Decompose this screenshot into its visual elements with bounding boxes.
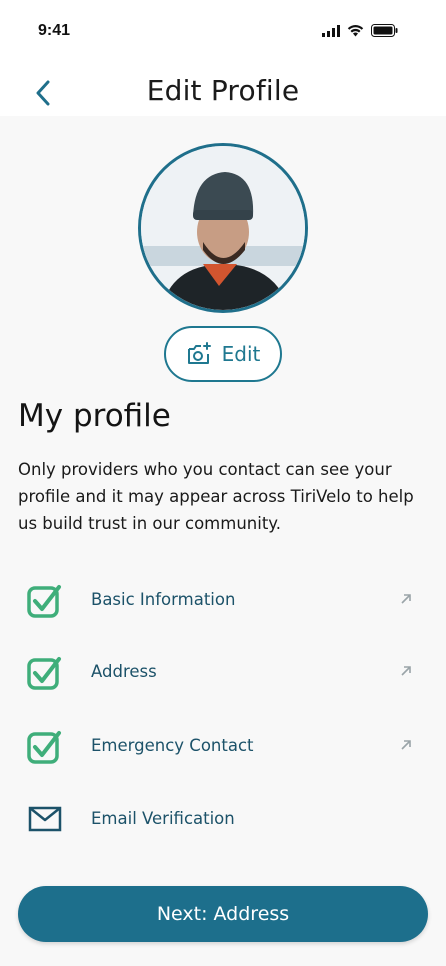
section-title: My profile <box>18 398 171 434</box>
arrow-icon <box>401 740 411 750</box>
list-item-label: Emergency Contact <box>91 736 254 755</box>
status-bar: 9:41 <box>0 0 446 62</box>
avatar-photo <box>141 146 305 310</box>
list-item-email-verification[interactable]: Email Verification <box>0 796 446 846</box>
list-item-emergency-contact[interactable]: Emergency Contact <box>0 723 446 773</box>
camera-add-icon <box>187 342 211 364</box>
status-icons <box>322 24 398 37</box>
checkbox-checked-icon <box>27 731 61 764</box>
battery-icon <box>371 24 398 37</box>
nav-bar: Edit Profile <box>0 62 446 116</box>
next-button-label: Next: Address <box>156 903 290 925</box>
section-description: Only providers who you contact can see y… <box>18 460 414 533</box>
signal-icon <box>322 24 340 37</box>
checkbox-checked-icon <box>27 657 61 690</box>
avatar <box>138 143 308 313</box>
edit-photo-button[interactable]: Edit <box>164 326 282 382</box>
page-title: Edit Profile <box>146 74 300 107</box>
arrow-icon <box>401 594 411 604</box>
mail-icon <box>28 806 62 832</box>
next-button[interactable]: Next: Address <box>18 886 428 942</box>
list-item-label: Email Verification <box>91 809 235 828</box>
list-item-label: Address <box>91 662 157 681</box>
checkbox-checked-icon <box>27 585 61 618</box>
wifi-icon <box>347 24 364 36</box>
list-item-address[interactable]: Address <box>0 649 446 699</box>
list-item-basic-information[interactable]: Basic Information <box>0 577 446 627</box>
list-item-label: Basic Information <box>91 590 236 609</box>
arrow-icon <box>401 666 411 676</box>
edit-photo-label: Edit <box>221 342 261 366</box>
status-time: 9:41 <box>38 22 71 39</box>
